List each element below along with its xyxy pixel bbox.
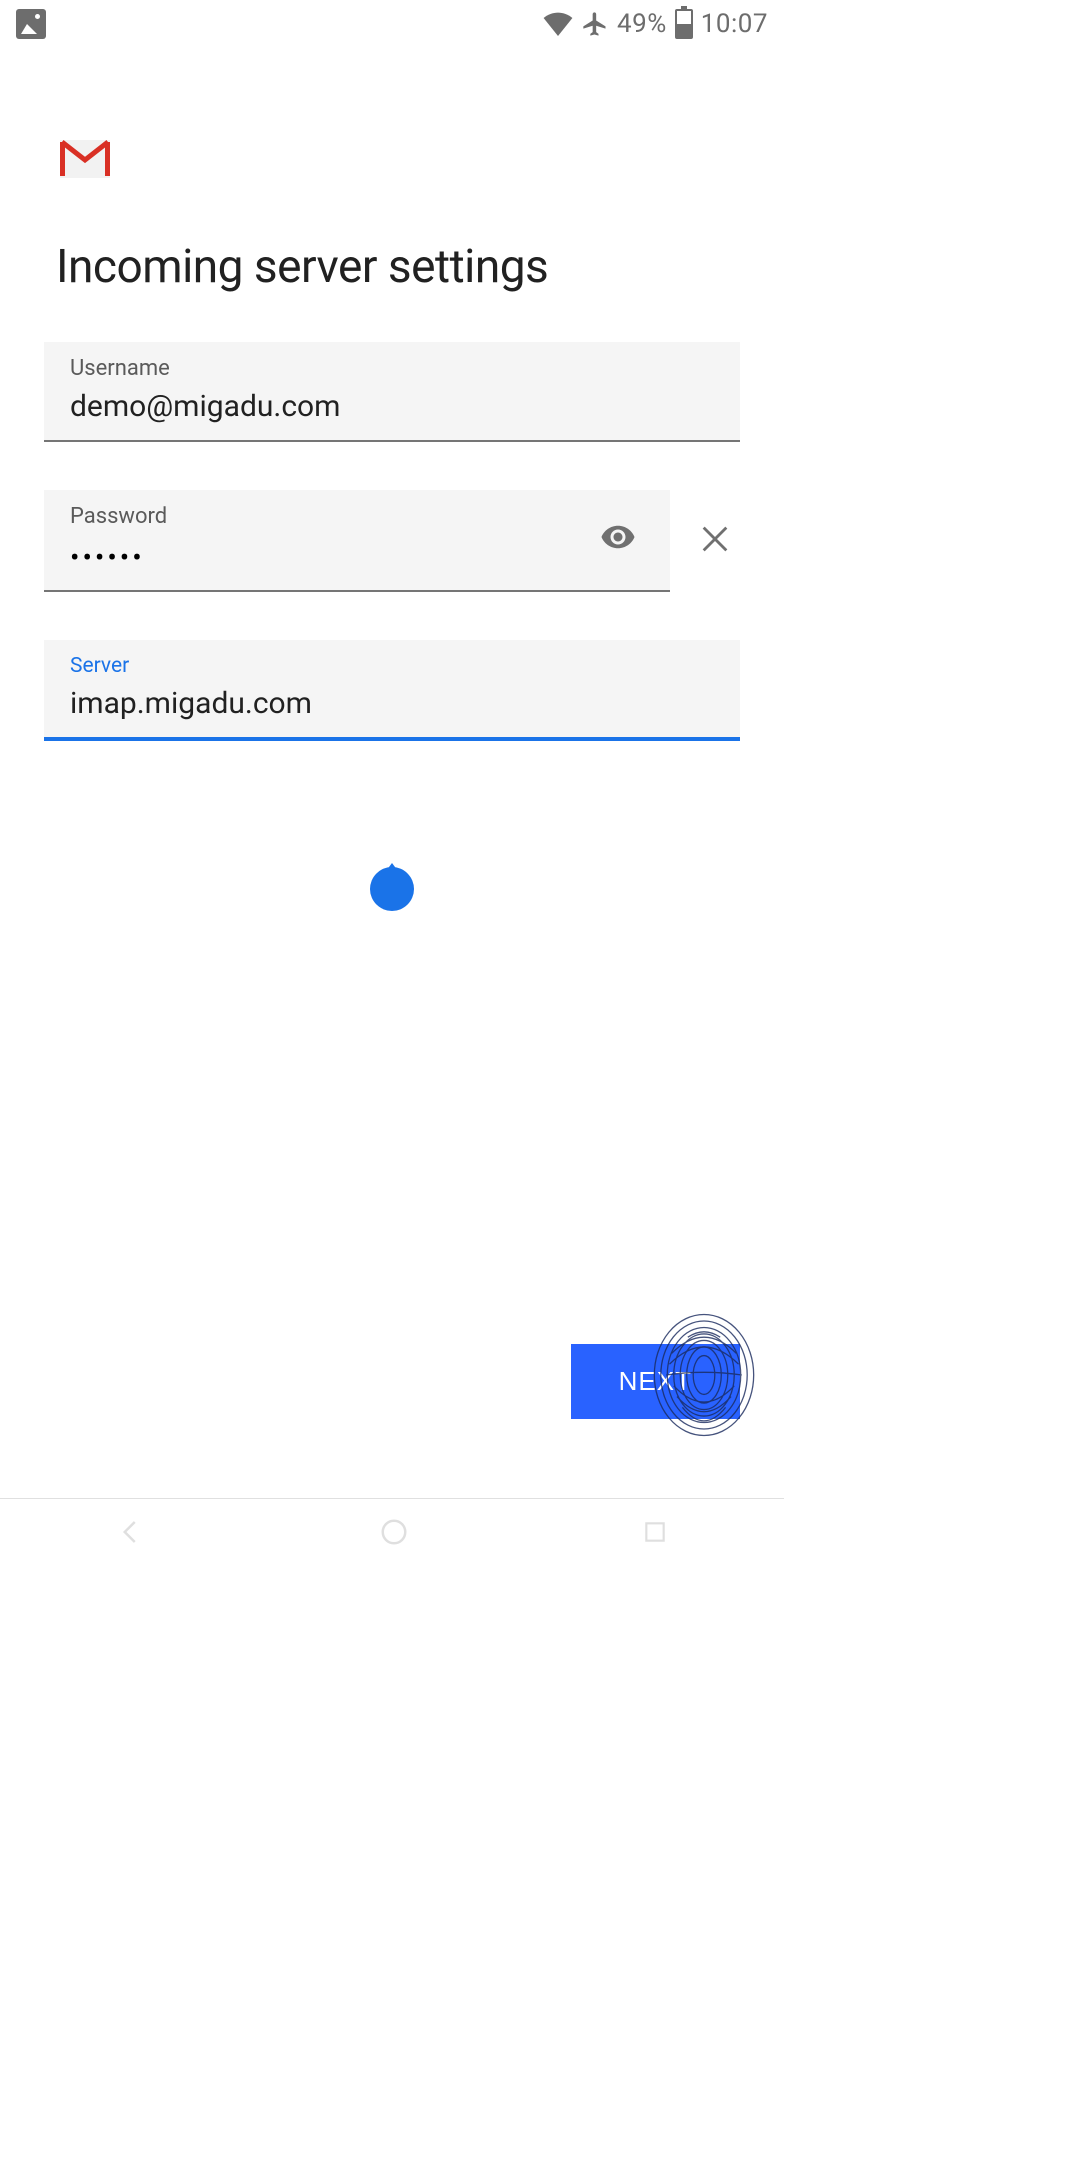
airplane-mode-icon: [581, 10, 609, 38]
status-time: 10:07: [701, 9, 768, 39]
toggle-password-visibility-icon[interactable]: [592, 511, 644, 567]
clear-password-icon[interactable]: [690, 514, 740, 568]
gmail-logo-icon: [60, 140, 740, 182]
password-field[interactable]: Password ••••••: [44, 490, 670, 592]
nav-home-icon[interactable]: [369, 1507, 419, 1561]
navigation-bar: [0, 1498, 784, 1568]
page-title: Incoming server settings: [56, 240, 740, 294]
text-cursor-handle-icon[interactable]: [370, 867, 414, 911]
wifi-icon: [543, 12, 573, 36]
server-input[interactable]: [70, 686, 714, 721]
server-field[interactable]: Server: [44, 640, 740, 741]
battery-icon: [675, 9, 693, 39]
nav-recent-icon[interactable]: [632, 1509, 678, 1559]
status-bar: 49% 10:07: [0, 0, 784, 48]
nav-back-icon[interactable]: [106, 1507, 156, 1561]
password-input[interactable]: ••••••: [70, 541, 592, 574]
password-label: Password: [70, 504, 592, 529]
username-field[interactable]: Username: [44, 342, 740, 442]
battery-percentage: 49%: [617, 9, 667, 39]
username-label: Username: [70, 356, 714, 381]
next-button[interactable]: NEXT: [571, 1344, 740, 1419]
username-input[interactable]: [70, 389, 714, 424]
server-label: Server: [70, 654, 714, 678]
image-notification-icon: [16, 9, 46, 39]
